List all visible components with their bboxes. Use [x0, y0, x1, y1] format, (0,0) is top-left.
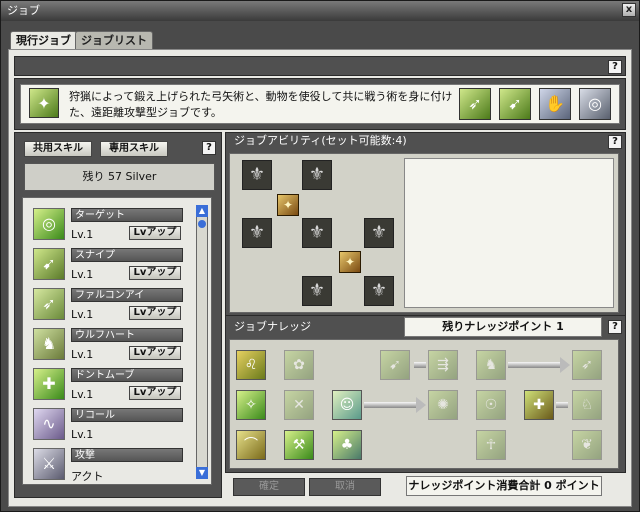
- help-button[interactable]: ?: [608, 60, 622, 74]
- ability-help-button[interactable]: ?: [608, 135, 622, 149]
- arrows-knowledge-icon[interactable]: ⇶: [428, 350, 458, 380]
- ability-slot[interactable]: ⚜: [302, 160, 332, 190]
- job-description: 狩猟によって鍛え上げられた弓矢術と、動物を使役して共に戦う術を身に付けた、遠距離…: [69, 90, 453, 119]
- close-button[interactable]: x: [622, 3, 636, 17]
- ability-slot[interactable]: ⚜: [364, 276, 394, 306]
- bow-arc-knowledge-icon[interactable]: ⌒: [236, 430, 266, 460]
- heal-knowledge-icon[interactable]: ✚: [524, 390, 554, 420]
- ability-slot[interactable]: ⚜: [302, 218, 332, 248]
- recall-skill-icon[interactable]: ∿: [33, 408, 65, 440]
- burst-knowledge-icon[interactable]: ✺: [428, 390, 458, 420]
- tree-connector: [508, 362, 560, 368]
- confirm-button[interactable]: 確定: [233, 478, 305, 496]
- window-title: ジョブ: [1, 1, 639, 21]
- wolf-knowledge-icon[interactable]: ♞: [476, 350, 506, 380]
- scroll-down-icon[interactable]: ▼: [196, 467, 208, 479]
- description-box: ✦ 狩猟によって鍛え上げられた弓矢術と、動物を使役して共に戦う術を身に付けた、遠…: [20, 84, 620, 124]
- knowledge-points-total: ナレッジポイント消費合計 0 ポイント: [406, 476, 602, 496]
- archer-skill-icon[interactable]: ➹: [499, 88, 531, 120]
- level-up-button[interactable]: Lvアップ: [129, 226, 181, 240]
- sparkle-knowledge-icon[interactable]: ✧: [236, 390, 266, 420]
- gauntlet-skill-icon[interactable]: ✋: [539, 88, 571, 120]
- ability-slot[interactable]: ⚜: [302, 276, 332, 306]
- silver-remaining: 残り 57 Silver: [24, 163, 215, 191]
- tree-connector: [414, 362, 426, 368]
- exclusive-skill-button[interactable]: 専用スキル: [100, 141, 168, 157]
- skill-level: Lv.1: [71, 388, 94, 401]
- level-up-button[interactable]: Lvアップ: [129, 266, 181, 280]
- ability-slot[interactable]: ⚜: [242, 218, 272, 248]
- common-skill-button[interactable]: 共用スキル: [24, 141, 92, 157]
- skill-level: Lv.1: [71, 268, 94, 281]
- skill-name: ターゲット: [71, 208, 183, 222]
- tree-connector: [364, 402, 416, 408]
- scroll-up-icon[interactable]: ▲: [196, 205, 208, 217]
- skill-level: Lv.1: [71, 308, 94, 321]
- skill-list: ◎ ターゲット Lv.1 Lvアップ ➹ スナイプ Lv.1 Lvアップ ➶ フ…: [22, 197, 212, 485]
- ability-gem-icon[interactable]: ✦: [339, 251, 361, 273]
- tree-knowledge-icon[interactable]: ♣: [332, 430, 362, 460]
- falcon-eye-skill-icon[interactable]: ➶: [33, 288, 65, 320]
- ability-info-box: [404, 158, 614, 308]
- cancel-button[interactable]: 取消: [309, 478, 381, 496]
- beast-knowledge-icon[interactable]: ♘: [572, 390, 602, 420]
- job-emblem-icon: ✦: [29, 88, 59, 118]
- skill-name: リコール: [71, 408, 183, 422]
- skill-level: Lv.1: [71, 428, 94, 441]
- skill-level: Lv.1: [71, 228, 94, 241]
- bow-knowledge-icon[interactable]: ➶: [572, 350, 602, 380]
- skill-name: ドントムーブ: [71, 368, 183, 382]
- ability-slot[interactable]: ⚜: [242, 160, 272, 190]
- level-up-button[interactable]: Lvアップ: [129, 386, 181, 400]
- snipe-skill-icon[interactable]: ➹: [33, 248, 65, 280]
- attack-skill-icon[interactable]: ⚔: [33, 448, 65, 480]
- ability-gem-icon[interactable]: ✦: [277, 194, 299, 216]
- ability-slot[interactable]: ⚜: [364, 218, 394, 248]
- skill-scrollbar[interactable]: ▲ ▼: [196, 205, 208, 479]
- owl-knowledge-icon[interactable]: ☉: [476, 390, 506, 420]
- flower-knowledge-icon[interactable]: ✿: [284, 350, 314, 380]
- arrow-knowledge-icon[interactable]: ➹: [380, 350, 410, 380]
- knowledge-points-remaining: 残りナレッジポイント 1: [404, 317, 602, 337]
- tree-arrowhead: [416, 397, 426, 413]
- skill-level: アクト: [71, 470, 104, 483]
- knowledge-tree: ♌ ✿ ➹ ⇶ ♞ ➶ ✧ ✕ ☺ ✺ ☉ ✚ ♘ ⌒ ⚒ ♣ ☥ ❦: [229, 339, 619, 469]
- spirit-knowledge-icon[interactable]: ❦: [572, 430, 602, 460]
- knowledge-title: ジョブナレッジ: [234, 320, 311, 333]
- dont-move-skill-icon[interactable]: ✚: [33, 368, 65, 400]
- ability-title: ジョブアビリティ(セット可能数:4): [234, 134, 407, 147]
- level-up-button[interactable]: Lvアップ: [129, 306, 181, 320]
- knowledge-help-button[interactable]: ?: [608, 320, 622, 334]
- level-up-button[interactable]: Lvアップ: [129, 346, 181, 360]
- tab-job-list[interactable]: ジョブリスト: [75, 31, 153, 50]
- skill-name: 攻撃: [71, 448, 183, 462]
- crossed-arrows-knowledge-icon[interactable]: ✕: [284, 390, 314, 420]
- scroll-thumb[interactable]: [198, 220, 206, 228]
- mask-knowledge-icon[interactable]: ☺: [332, 390, 362, 420]
- skill-name: ウルフハート: [71, 328, 183, 342]
- tree-connector: [556, 402, 568, 408]
- wolf-heart-skill-icon[interactable]: ♞: [33, 328, 65, 360]
- lion-knowledge-icon[interactable]: ♌: [236, 350, 266, 380]
- skill-name: ファルコンアイ: [71, 288, 183, 302]
- header-strip: [14, 56, 626, 76]
- tree-arrowhead: [560, 357, 570, 373]
- tab-current-job[interactable]: 現行ジョブ: [10, 31, 77, 50]
- swirl-skill-icon[interactable]: ◎: [579, 88, 611, 120]
- skill-level: Lv.1: [71, 348, 94, 361]
- skill-help-button[interactable]: ?: [202, 141, 216, 155]
- hammer-knowledge-icon[interactable]: ⚒: [284, 430, 314, 460]
- skill-name: スナイプ: [71, 248, 183, 262]
- bird-skill-icon[interactable]: ➶: [459, 88, 491, 120]
- figure-knowledge-icon[interactable]: ☥: [476, 430, 506, 460]
- target-skill-icon[interactable]: ◎: [33, 208, 65, 240]
